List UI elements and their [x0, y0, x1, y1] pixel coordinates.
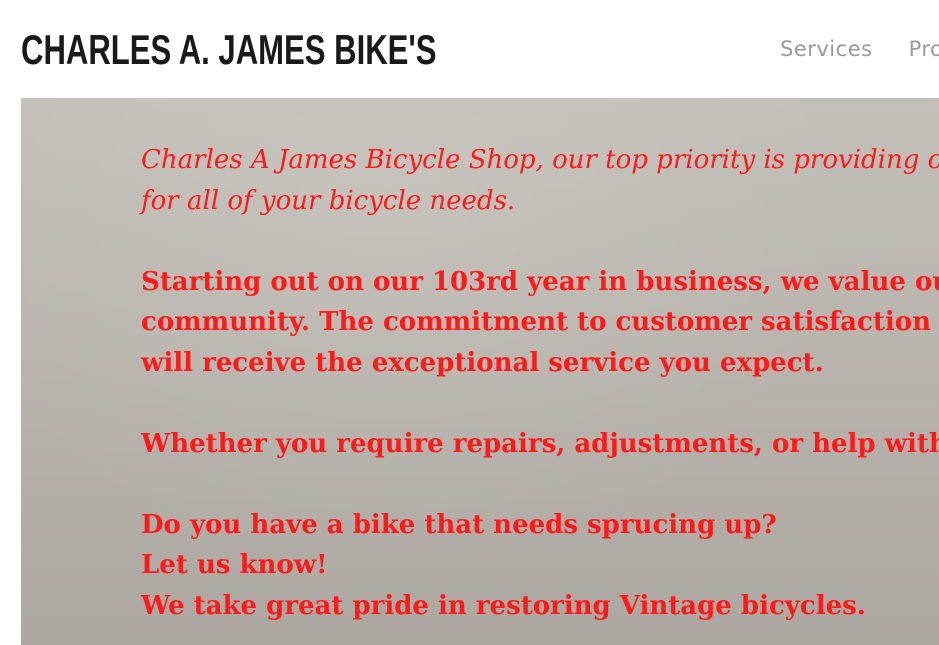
nav-link-services[interactable]: Services: [780, 34, 873, 64]
page: CHARLES A. JAMES BIKE'S Services Pro Cha…: [0, 0, 939, 645]
history-line-3: will receive the exceptional service you…: [141, 347, 824, 378]
history-line-2: community. The commitment to customer sa…: [141, 307, 939, 337]
nav-link-products[interactable]: Pro: [909, 34, 939, 64]
hero-section: Charles A James Bicycle Shop, our top pr…: [21, 98, 939, 645]
history-line-1: Starting out on our 103rd year in busine…: [141, 266, 939, 297]
intro-line-1: Charles A James Bicycle Shop, our top pr…: [141, 145, 939, 175]
hero-text: Charles A James Bicycle Shop, our top pr…: [141, 140, 939, 626]
main-nav: Services Pro: [780, 34, 939, 64]
intro-line-2: for all of your bicycle needs.: [141, 185, 516, 216]
restoration-line-1: Do you have a bike that needs sprucing u…: [141, 509, 777, 540]
services-line-1: Whether you require repairs, adjustments…: [141, 428, 939, 459]
restoration-line-2: Let us know!: [141, 550, 328, 580]
site-title[interactable]: CHARLES A. JAMES BIKE'S: [21, 24, 437, 76]
restoration-line-3: We take great pride in restoring Vintage…: [141, 590, 866, 621]
